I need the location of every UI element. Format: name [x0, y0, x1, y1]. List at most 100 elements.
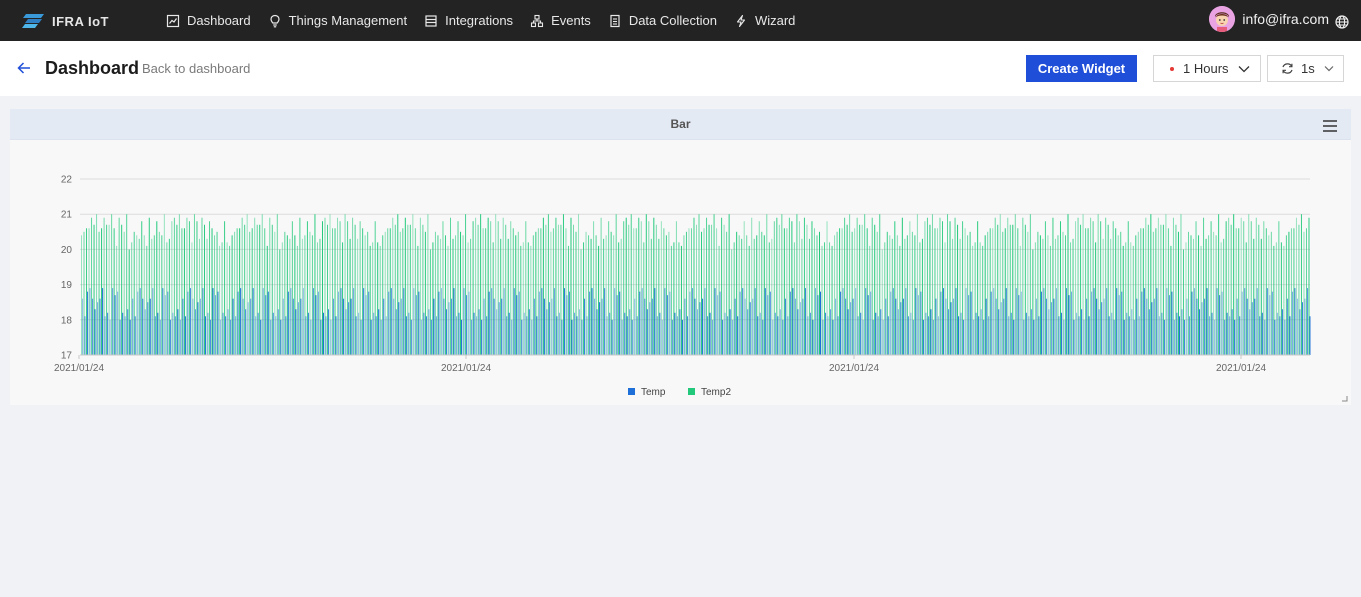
- bar-temp: [1259, 316, 1261, 355]
- bar-temp2: [926, 217, 928, 355]
- bar-temp: [1071, 291, 1073, 355]
- bar-temp: [272, 312, 274, 355]
- bar-temp2: [181, 228, 183, 355]
- bar-temp2: [1075, 221, 1077, 355]
- bar-temp: [1063, 319, 1065, 355]
- bar-temp2: [1082, 214, 1084, 355]
- bar-temp: [1236, 298, 1238, 355]
- nav-item-events[interactable]: Events: [530, 0, 591, 41]
- bar-temp: [877, 316, 879, 355]
- nav-item-dashboard[interactable]: Dashboard: [166, 0, 251, 41]
- bar-temp2: [429, 249, 431, 355]
- bar-temp: [328, 309, 329, 355]
- resize-handle-icon[interactable]: [1342, 396, 1348, 402]
- avatar[interactable]: [1209, 6, 1236, 32]
- bar-temp: [415, 295, 417, 355]
- bar-temp: [405, 316, 407, 355]
- nav-item-label: Integrations: [445, 13, 514, 28]
- bar-temp: [995, 298, 997, 355]
- bar-temp: [1023, 319, 1025, 355]
- bar-temp2: [522, 242, 524, 355]
- bar-temp: [205, 316, 206, 355]
- bar-temp2: [239, 228, 241, 355]
- bar-temp: [887, 316, 889, 355]
- bar-temp2: [982, 245, 984, 355]
- bar-temp: [466, 295, 468, 355]
- bar-temp: [353, 288, 355, 355]
- bar-temp2: [226, 242, 228, 355]
- bar-temp: [230, 319, 232, 355]
- bar-temp2: [605, 235, 607, 355]
- bar-temp: [207, 312, 209, 355]
- nav-item-things-management[interactable]: Things Management: [268, 0, 407, 41]
- refresh-interval-select[interactable]: 1s: [1267, 55, 1344, 82]
- bar-temp2: [244, 224, 246, 355]
- bar-temp: [1076, 312, 1078, 355]
- bar-temp: [189, 288, 191, 355]
- storage-icon: [425, 14, 437, 27]
- bar-temp: [247, 302, 249, 355]
- bar-temp: [950, 302, 952, 355]
- bar-temp2: [497, 221, 499, 355]
- bar-temp2: [618, 242, 620, 355]
- nav-item-integrations[interactable]: Integrations: [424, 0, 513, 41]
- nav-item-data-collection[interactable]: Data Collection: [608, 0, 717, 41]
- bar-temp2: [490, 221, 492, 355]
- bar-temp: [835, 298, 837, 355]
- bar-temp: [787, 316, 789, 355]
- bar-temp2: [783, 228, 785, 355]
- globe-icon[interactable]: [1335, 15, 1349, 29]
- bar-temp: [498, 302, 500, 355]
- bar-temp: [210, 319, 212, 355]
- bar-temp2: [580, 249, 582, 355]
- bar-temp2: [116, 245, 118, 355]
- arrow-left-icon[interactable]: [17, 61, 31, 75]
- bar-temp2: [168, 238, 170, 355]
- bar-temp: [1093, 288, 1095, 355]
- bar-temp2: [864, 214, 866, 355]
- app-logo[interactable]: IFRA IoT: [22, 11, 109, 31]
- bar-temp2: [314, 214, 316, 355]
- bar-temp: [1224, 319, 1226, 355]
- bar-temp: [970, 291, 972, 355]
- back-to-dashboard-link[interactable]: Back to dashboard: [142, 61, 250, 76]
- bar-temp: [646, 309, 648, 355]
- bar-temp2: [1087, 228, 1089, 355]
- bar-temp2: [721, 217, 723, 355]
- bar-temp2: [911, 231, 913, 355]
- time-range-select[interactable]: 1 Hours: [1153, 55, 1261, 82]
- bar-temp2: [675, 221, 677, 355]
- bar-chart: 17 18 19 20 21 22 2021/01/24 2021/01/24 2021/01/…: [54, 175, 1311, 398]
- nav-item-wizard[interactable]: Wizard: [734, 0, 795, 41]
- bar-temp2: [113, 228, 115, 355]
- bar-temp2: [768, 242, 770, 355]
- bar-temp2: [703, 228, 705, 355]
- bar-temp2: [409, 224, 411, 355]
- bar-temp: [729, 309, 731, 355]
- bar-temp2: [1137, 231, 1139, 355]
- bar-temp: [1138, 316, 1140, 355]
- create-widget-button[interactable]: Create Widget: [1026, 55, 1137, 82]
- bar-temp2: [266, 245, 268, 355]
- bar-temp2: [186, 217, 188, 355]
- bar-temp2: [171, 221, 173, 355]
- bar-temp2: [816, 235, 818, 355]
- bar-temp2: [648, 221, 650, 355]
- bar-temp2: [874, 224, 876, 355]
- user-menu[interactable]: info@ifra.com: [1209, 6, 1329, 32]
- bar-temp: [656, 316, 658, 355]
- bar-temp2: [683, 235, 685, 355]
- bar-temp2: [1102, 238, 1104, 355]
- bar-temp: [769, 291, 771, 355]
- bar-temp: [250, 298, 252, 355]
- bar-temp2: [422, 224, 424, 355]
- bar-temp: [792, 288, 794, 355]
- bar-temp: [526, 316, 528, 355]
- bar-temp: [917, 295, 919, 355]
- bar-temp2: [1233, 214, 1235, 355]
- bar-temp2: [294, 235, 296, 355]
- bar-temp2: [1182, 249, 1184, 355]
- bar-temp: [1181, 309, 1183, 355]
- bar-temp: [1271, 291, 1273, 355]
- bar-temp2: [1067, 214, 1069, 355]
